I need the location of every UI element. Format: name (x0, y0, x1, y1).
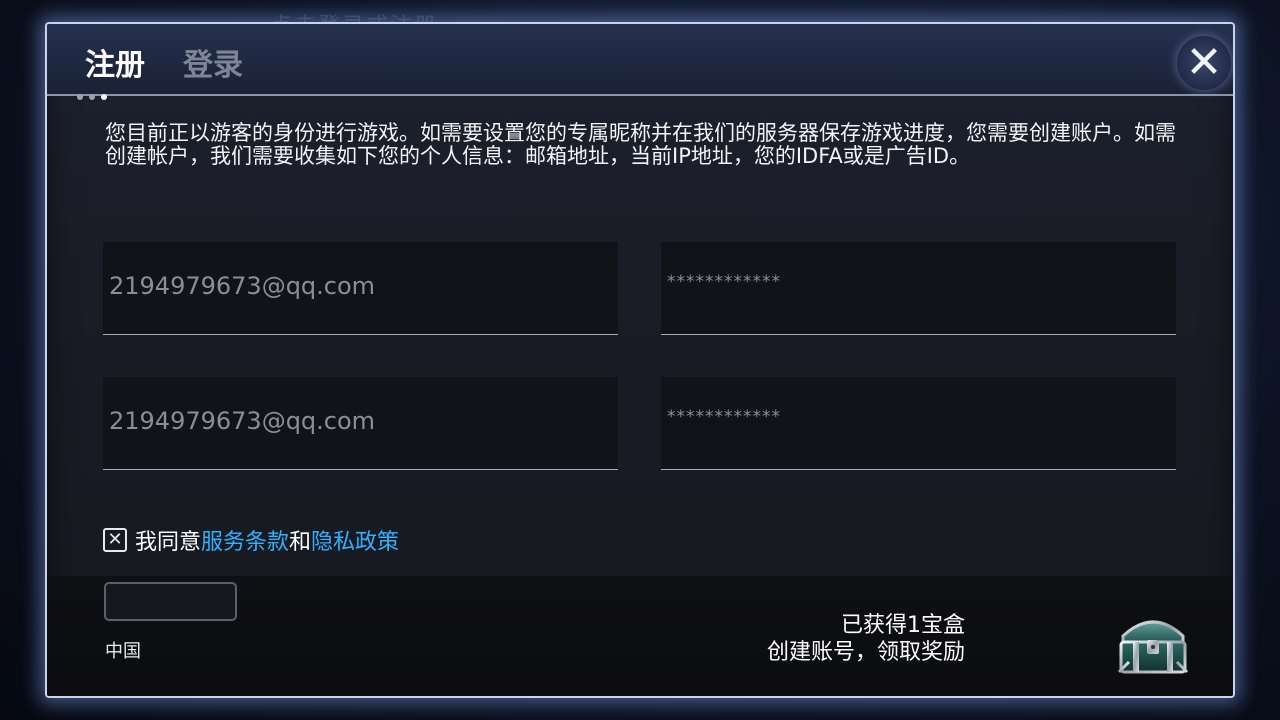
email-field[interactable]: 2194979673@qq.com (103, 242, 618, 335)
close-icon: ✕ (1185, 37, 1223, 88)
password-value: ************ (667, 272, 781, 292)
reward-text: 已获得1宝盒 创建账号，领取奖励 (767, 612, 965, 666)
page-indicator (77, 94, 107, 100)
password-field[interactable]: ************ (661, 242, 1176, 335)
dialog-header: 注册 登录 ✕ (47, 24, 1233, 96)
terms-link[interactable]: 服务条款 (201, 524, 289, 556)
privacy-link[interactable]: 隐私政策 (311, 524, 399, 556)
agreement-prefix: 我同意 (135, 530, 202, 555)
password-confirm-field[interactable]: ************ (661, 377, 1176, 470)
country-label: 中国 (105, 641, 141, 662)
page-dot (77, 94, 83, 100)
privacy-notice: 您目前正以游客的身份进行游戏。如需要设置您的专属昵称并在我们的服务器保存游戏进度… (105, 121, 1176, 168)
reward-line-2: 创建账号，领取奖励 (766, 640, 965, 665)
close-button[interactable]: ✕ (1177, 36, 1231, 90)
email-confirm-value: 2194979673@qq.com (109, 407, 376, 435)
page-dot-active (101, 94, 107, 100)
tab-login[interactable]: 登录 (183, 40, 243, 84)
reward-line-1: 已获得1宝盒 (841, 613, 965, 638)
agree-checkbox[interactable]: ✕ (103, 528, 127, 552)
treasure-chest-icon (1117, 620, 1189, 674)
email-value: 2194979673@qq.com (109, 272, 376, 300)
password-confirm-value: ************ (667, 407, 781, 427)
tab-register[interactable]: 注册 (85, 40, 145, 84)
email-confirm-field[interactable]: 2194979673@qq.com (103, 377, 618, 470)
register-dialog: 注册 登录 ✕ 您目前正以游客的身份进行游戏。如需要设置您的专属昵称并在我们的服… (45, 22, 1235, 698)
agreement-row: ✕ 我同意 服务条款 和 隐私政策 (103, 524, 399, 556)
agreement-conjunction: 和 (289, 530, 312, 555)
page-dot (89, 94, 95, 100)
checkbox-check-icon: ✕ (107, 529, 123, 550)
country-selector[interactable] (104, 582, 237, 621)
